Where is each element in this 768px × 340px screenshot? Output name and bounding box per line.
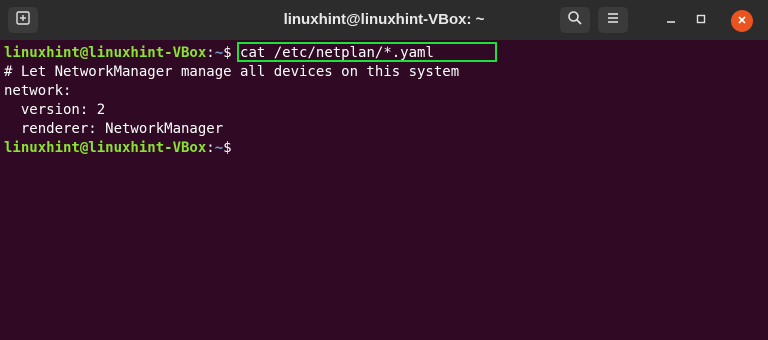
prompt-separator: : xyxy=(206,140,215,156)
window-title: linuxhint@linuxhint-VBox: ~ xyxy=(283,11,485,28)
maximize-button[interactable] xyxy=(690,10,712,32)
terminal-window: linuxhint@linuxhint-VBox: ~ linuxhint@li… xyxy=(0,0,768,340)
minimize-button[interactable] xyxy=(660,10,682,32)
search-button[interactable] xyxy=(560,7,590,33)
maximize-icon xyxy=(695,12,707,30)
close-button[interactable] xyxy=(731,10,753,32)
close-icon xyxy=(737,12,747,30)
command-highlight-box xyxy=(237,42,497,62)
menu-button[interactable] xyxy=(598,7,628,33)
terminal-output[interactable]: linuxhint@linuxhint-VBox:~$ cat /etc/net… xyxy=(0,40,768,340)
search-icon xyxy=(567,10,583,31)
prompt-line: linuxhint@linuxhint-VBox:~$ xyxy=(4,139,232,158)
command-text: $ xyxy=(223,140,232,156)
output-line-network: network: xyxy=(4,83,72,99)
minimize-icon xyxy=(665,12,677,30)
prompt-path: ~ xyxy=(214,45,224,61)
title-bar[interactable]: linuxhint@linuxhint-VBox: ~ xyxy=(0,0,768,40)
output-line-version: version: 2 xyxy=(4,102,106,118)
hamburger-menu-icon xyxy=(605,10,621,31)
prompt-separator: : xyxy=(206,45,215,61)
prompt-user: linuxhint@linuxhint-VBox xyxy=(4,45,207,61)
output-line-renderer: renderer: NetworkManager xyxy=(4,121,224,137)
prompt-user: linuxhint@linuxhint-VBox xyxy=(4,140,207,156)
output-line-comment: # Let NetworkManager manage all devices … xyxy=(4,64,460,80)
prompt-path: ~ xyxy=(214,140,224,156)
